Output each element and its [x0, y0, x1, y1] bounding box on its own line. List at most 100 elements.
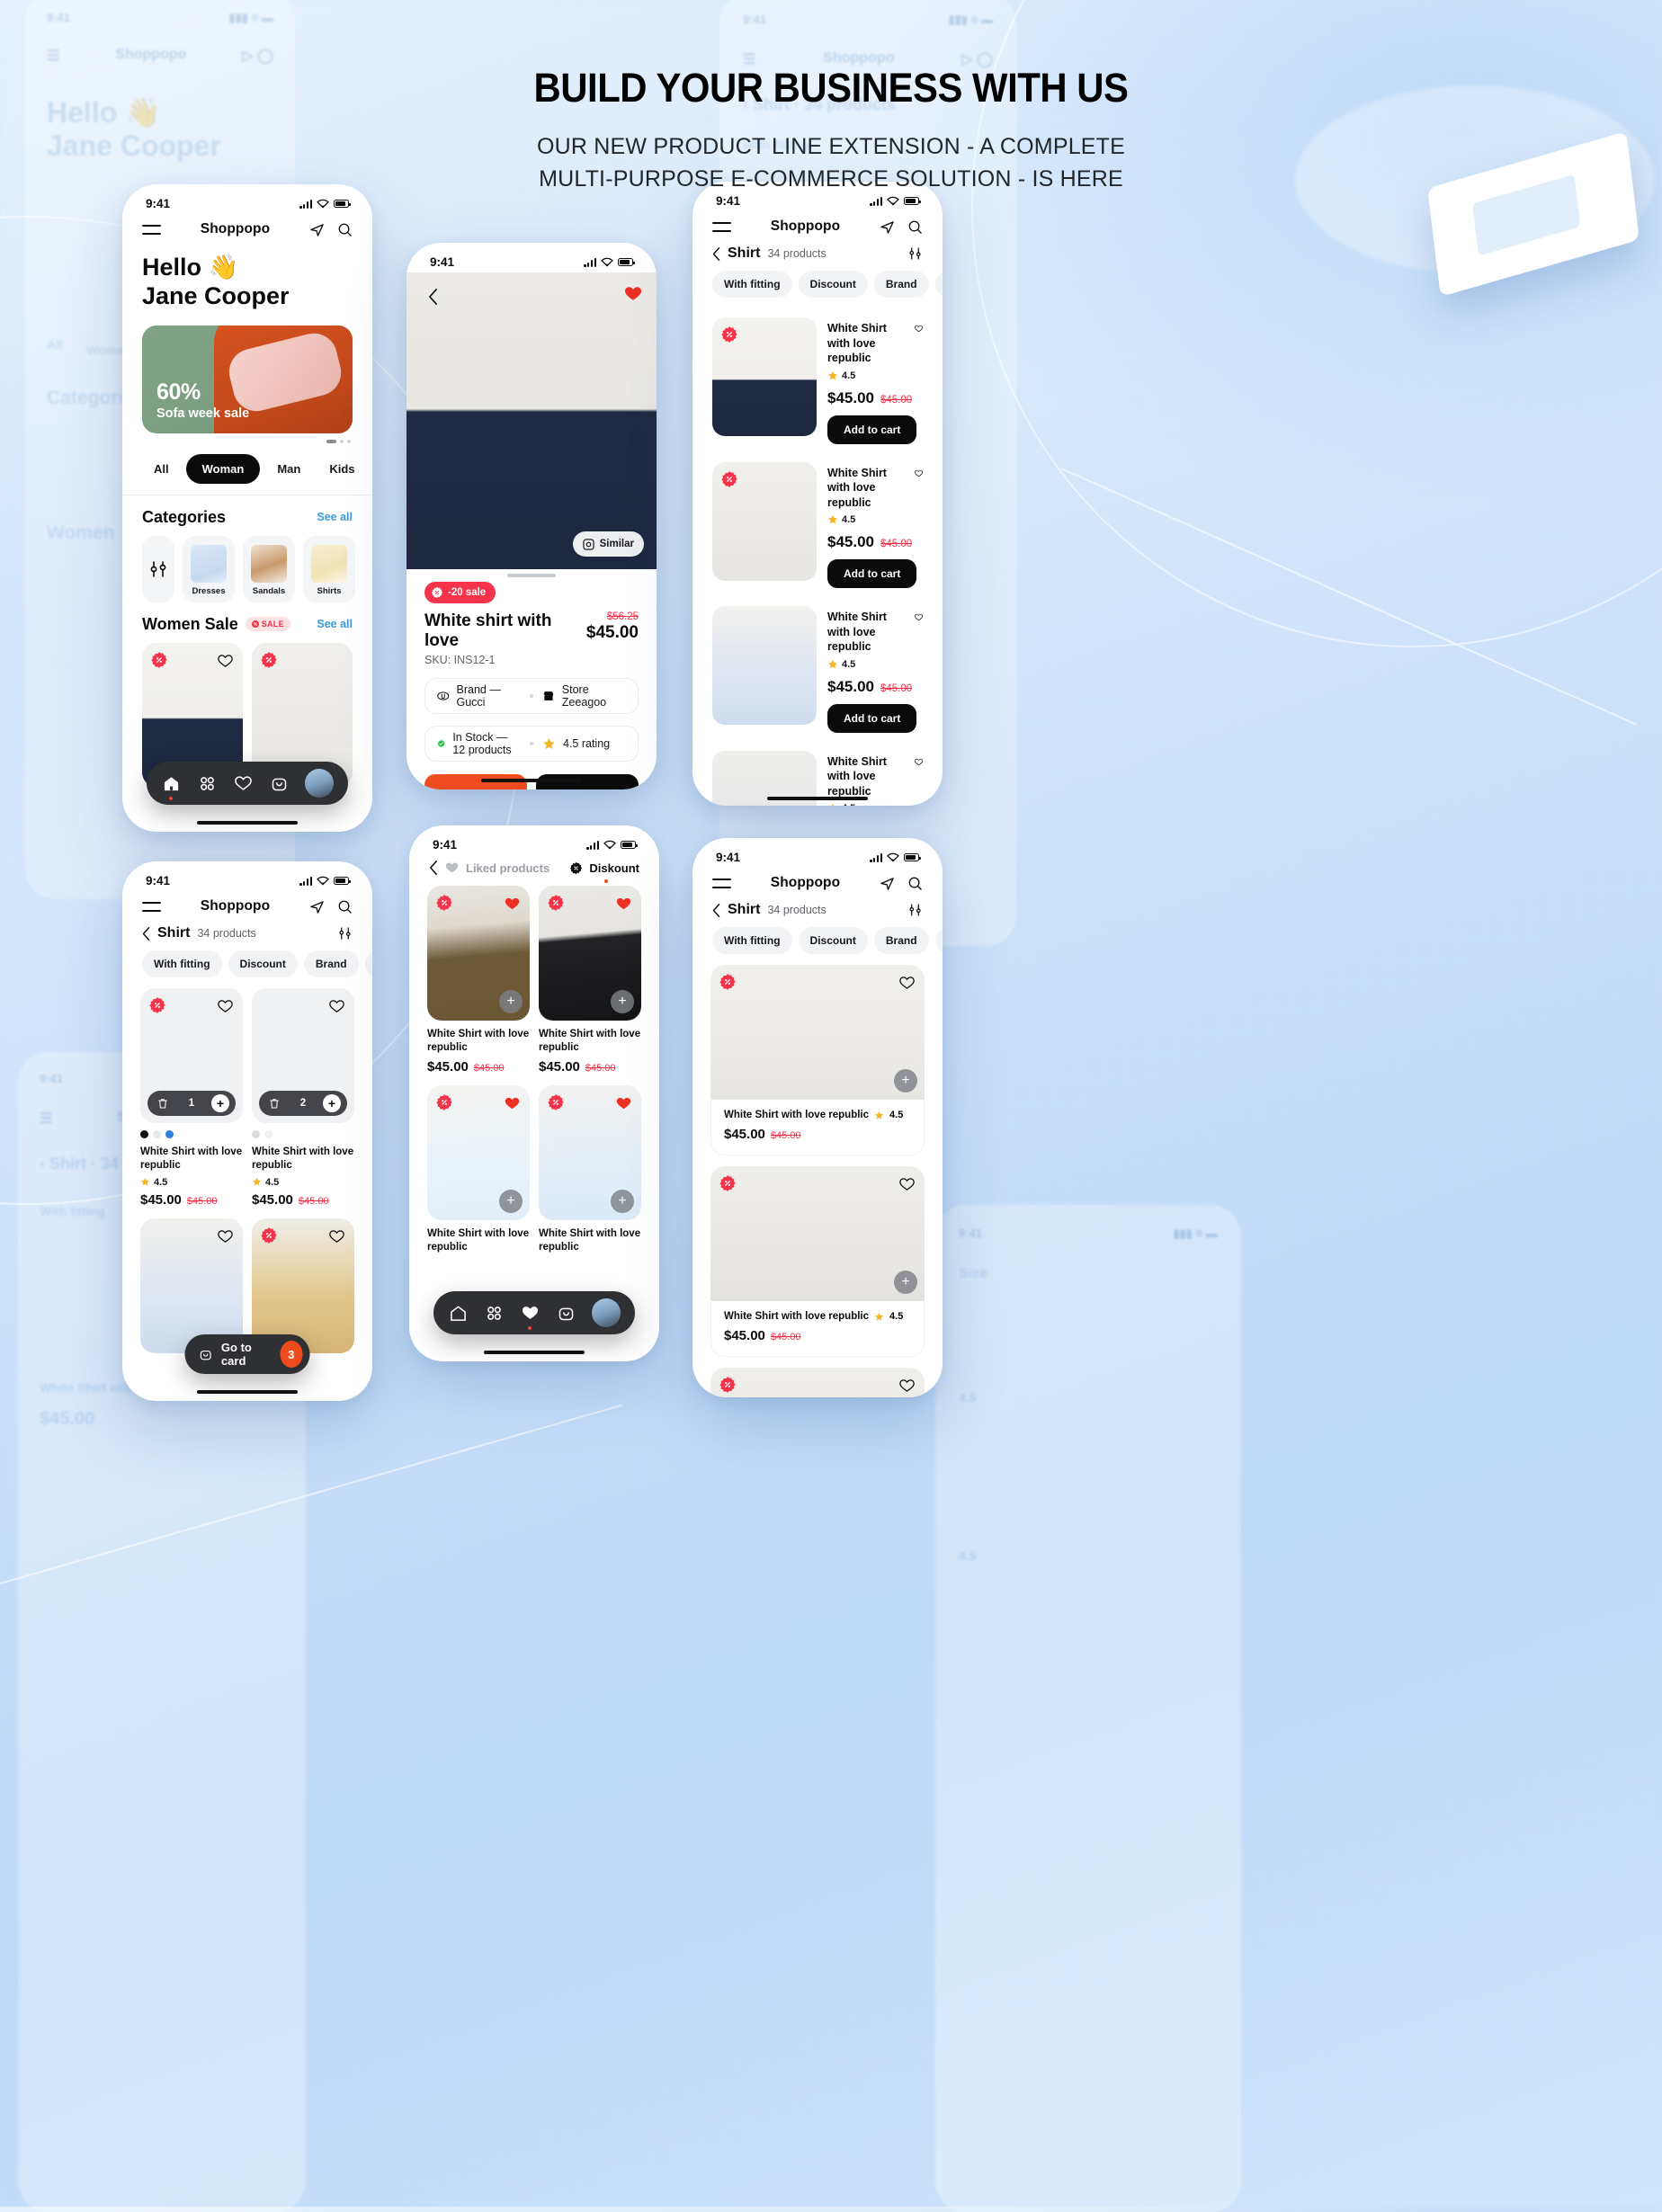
quantity-stepper[interactable]: 2 + [259, 1091, 347, 1116]
favorite-icon[interactable] [613, 1093, 633, 1113]
women-sale-see-all[interactable]: See all [317, 618, 353, 630]
send-icon[interactable] [880, 876, 895, 891]
cart-card[interactable]: 2 + White Shirt with love republic 4.5 $… [252, 988, 354, 1208]
swatch-grey[interactable] [252, 1130, 260, 1138]
category-dresses[interactable]: Dresses [183, 536, 235, 602]
filter-chip-size[interactable]: Size [365, 950, 372, 977]
filter-chip-with-fitting[interactable]: With fitting [712, 271, 792, 298]
avatar[interactable] [305, 769, 334, 798]
listing-row[interactable]: White Shirt with love republic 4.5 $45.0… [692, 453, 943, 598]
carousel-dots[interactable] [122, 433, 372, 443]
sort-filter-icon[interactable] [907, 902, 923, 918]
filter-chip-brand[interactable]: Brand [874, 927, 929, 954]
bottom-navigation-bar[interactable] [433, 1291, 635, 1334]
swatch-white[interactable] [153, 1130, 161, 1138]
search-icon[interactable] [907, 876, 923, 891]
favorite-icon[interactable] [502, 894, 522, 914]
search-icon[interactable] [337, 222, 353, 237]
favorite-icon[interactable] [326, 996, 346, 1016]
nav-catalog-icon[interactable] [197, 773, 217, 793]
listing-row[interactable]: White Shirt with love republic 4.5 $45.0… [692, 308, 943, 453]
liked-card[interactable]: + White Shirt with love republic [539, 1085, 641, 1254]
filter-chip-discount[interactable]: Discount [799, 927, 868, 954]
nav-home-icon[interactable] [161, 773, 181, 793]
cart-card[interactable] [252, 1218, 354, 1353]
filter-chip-brand[interactable]: Brand [304, 950, 359, 977]
tab-discount[interactable]: Diskount [569, 861, 639, 875]
nav-cart-icon[interactable] [556, 1303, 576, 1323]
favorite-icon[interactable] [624, 285, 642, 302]
filter-chip-size[interactable]: Size [935, 271, 943, 298]
menu-icon[interactable] [712, 878, 731, 889]
drag-handle[interactable] [507, 574, 556, 577]
bottom-navigation-bar[interactable] [147, 762, 348, 805]
nav-favorites-icon[interactable] [520, 1303, 540, 1323]
liked-card[interactable]: + White Shirt with love republic $45.00 … [427, 886, 530, 1075]
filter-chip-brand[interactable]: Brand [874, 271, 929, 298]
back-icon[interactable] [142, 927, 150, 941]
tab-liked-products[interactable]: Liked products [429, 861, 550, 875]
send-icon[interactable] [880, 219, 895, 235]
nav-cart-icon[interactable] [269, 773, 289, 793]
add-to-cart-button[interactable]: Add to cart [827, 415, 916, 444]
feed-card-partial[interactable] [692, 1357, 943, 1397]
category-filter-button[interactable] [142, 536, 174, 602]
menu-icon[interactable] [142, 901, 161, 913]
delete-icon[interactable] [154, 1094, 172, 1112]
favorite-icon[interactable] [915, 321, 923, 336]
back-icon[interactable] [712, 247, 720, 261]
feed-card[interactable]: + White Shirt with love republic 4.5 $45… [692, 965, 943, 1155]
promo-banner[interactable]: 60% Sofa week sale [142, 326, 353, 433]
sort-filter-icon[interactable] [907, 245, 923, 262]
search-icon[interactable] [337, 899, 353, 914]
filter-chip-discount[interactable]: Discount [799, 271, 868, 298]
cart-card[interactable] [140, 1218, 243, 1353]
favorite-icon[interactable] [326, 1226, 346, 1246]
cart-card[interactable]: 1 + White Shirt with love republic 4.5 $… [140, 988, 243, 1208]
favorite-icon[interactable] [215, 651, 235, 671]
add-button[interactable]: + [499, 1190, 523, 1213]
add-button[interactable]: + [499, 990, 523, 1013]
send-icon[interactable] [309, 222, 325, 237]
chip-kids[interactable]: Kids [317, 455, 366, 483]
favorite-icon[interactable] [915, 466, 923, 481]
back-icon[interactable] [712, 904, 720, 917]
favorite-icon[interactable] [215, 996, 235, 1016]
favorite-icon[interactable] [897, 1174, 916, 1194]
swatch-blue[interactable] [165, 1130, 174, 1138]
filter-chip-size[interactable]: Size [935, 927, 943, 954]
menu-icon[interactable] [142, 224, 161, 236]
sort-filter-icon[interactable] [337, 925, 353, 941]
category-chip-row[interactable]: All Woman Man Kids Decor Sport [122, 443, 372, 495]
swatch-black[interactable] [140, 1130, 148, 1138]
back-icon[interactable] [429, 861, 438, 875]
add-to-cart-button[interactable]: Add to cart [827, 704, 916, 733]
add-button[interactable]: + [611, 990, 634, 1013]
swatch-white[interactable] [264, 1130, 273, 1138]
similar-button[interactable]: Similar [573, 531, 644, 557]
category-sandals[interactable]: Sandals [243, 536, 295, 602]
categories-see-all[interactable]: See all [317, 511, 353, 523]
favorite-icon[interactable] [897, 973, 916, 993]
add-button[interactable]: + [894, 1069, 917, 1093]
chip-woman[interactable]: Woman [186, 454, 261, 484]
nav-home-icon[interactable] [448, 1303, 468, 1323]
back-icon[interactable] [421, 285, 444, 308]
menu-icon[interactable] [712, 221, 731, 233]
nav-catalog-icon[interactable] [484, 1303, 504, 1323]
favorite-icon[interactable] [897, 1376, 916, 1396]
favorite-icon[interactable] [215, 1226, 235, 1246]
color-swatches[interactable] [252, 1130, 354, 1138]
delete-icon[interactable] [265, 1094, 283, 1112]
favorite-icon[interactable] [502, 1093, 522, 1113]
nav-favorites-icon[interactable] [233, 773, 253, 793]
filter-chip-discount[interactable]: Discount [228, 950, 298, 977]
liked-card[interactable]: + White Shirt with love republic $45.00 … [539, 886, 641, 1075]
quantity-stepper[interactable]: 1 + [147, 1091, 236, 1116]
send-icon[interactable] [309, 899, 325, 914]
avatar[interactable] [592, 1298, 621, 1327]
go-to-card-button[interactable]: Go to card 3 [185, 1334, 310, 1374]
chip-man[interactable]: Man [265, 455, 312, 483]
add-to-cart-button[interactable]: Add to cart [827, 559, 916, 588]
filter-chip-with-fitting[interactable]: With fitting [712, 927, 792, 954]
